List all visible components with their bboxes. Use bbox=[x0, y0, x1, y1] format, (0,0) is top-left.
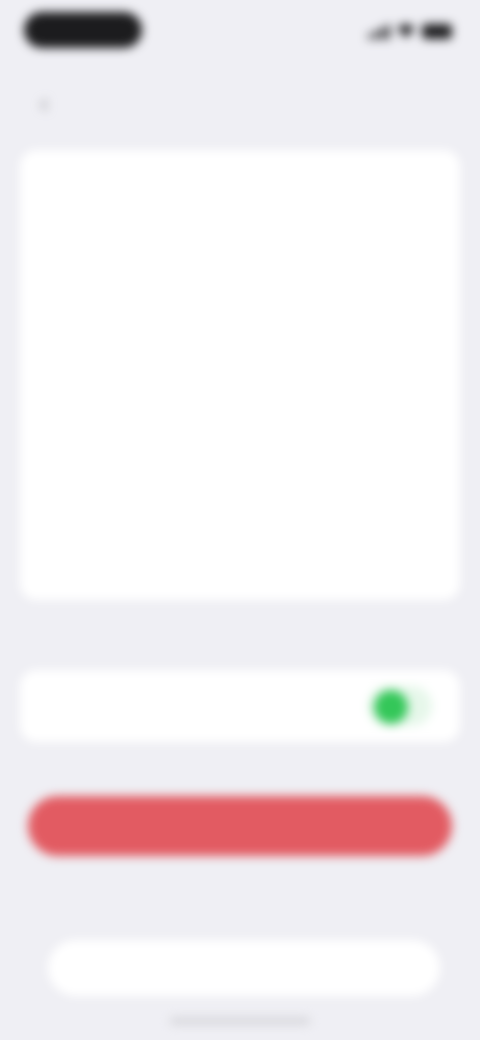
home-indicator bbox=[170, 1018, 310, 1024]
tab-bar[interactable] bbox=[48, 940, 440, 996]
extra-row[interactable] bbox=[48, 612, 432, 652]
settings-row-6[interactable] bbox=[30, 490, 410, 530]
settings-row-5[interactable] bbox=[30, 426, 410, 466]
settings-row-2[interactable] bbox=[30, 234, 410, 274]
status-bar bbox=[0, 0, 480, 60]
danger-button[interactable] bbox=[28, 796, 452, 856]
settings-row-1[interactable] bbox=[30, 170, 410, 210]
status-icons bbox=[368, 20, 452, 42]
settings-row-4[interactable] bbox=[30, 362, 410, 402]
battery-icon bbox=[422, 23, 452, 39]
settings-row-7[interactable] bbox=[30, 554, 410, 594]
toggle-knob bbox=[374, 690, 408, 724]
settings-row-3[interactable] bbox=[30, 298, 410, 338]
toggle-switch[interactable] bbox=[368, 686, 432, 726]
status-time bbox=[24, 12, 142, 48]
wifi-icon bbox=[396, 24, 416, 38]
page-title bbox=[140, 72, 340, 106]
signal-icon bbox=[368, 23, 390, 39]
back-button[interactable]: ‹ bbox=[40, 90, 49, 116]
